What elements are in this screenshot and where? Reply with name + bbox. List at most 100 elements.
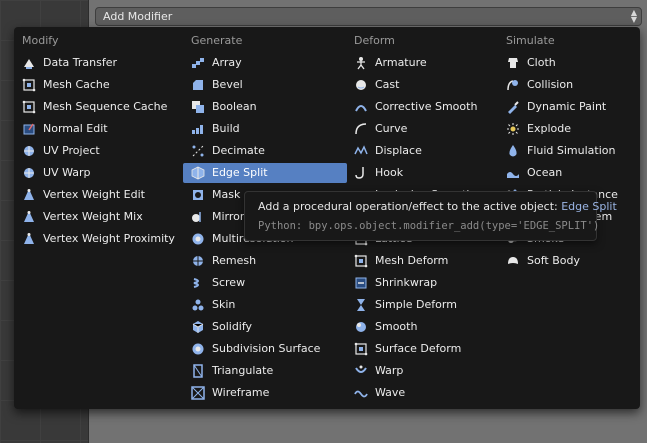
menu-item-label: Mesh Cache — [43, 78, 110, 91]
bevel-icon — [191, 78, 205, 92]
menu-item-hook[interactable]: Hook — [354, 163, 494, 183]
menu-item-label: Remesh — [212, 254, 257, 267]
menu-item-label: Subdivision Surface — [212, 342, 321, 355]
cast-icon — [354, 78, 368, 92]
menu-item-surface-deform[interactable]: Surface Deform — [354, 339, 494, 359]
menu-item-explode[interactable]: Explode — [506, 119, 624, 139]
corrective-smooth-icon — [354, 100, 368, 114]
edge-split-icon — [191, 166, 205, 180]
menu-item-label: Vertex Weight Edit — [43, 188, 145, 201]
ocean-icon — [506, 166, 520, 180]
menu-item-label: Cast — [375, 78, 400, 91]
menu-item-vertex-weight-proximity[interactable]: Vertex Weight Proximity — [22, 229, 175, 249]
menu-item-boolean[interactable]: Boolean — [191, 97, 339, 117]
menu-item-label: Mesh Deform — [375, 254, 449, 267]
triangulate-icon — [191, 364, 205, 378]
menu-item-solidify[interactable]: Solidify — [191, 317, 339, 337]
menu-item-label: Solidify — [212, 320, 253, 333]
tooltip-highlight: Edge Split — [561, 200, 617, 213]
simple-deform-icon — [354, 298, 368, 312]
menu-item-curve[interactable]: Curve — [354, 119, 494, 139]
menu-item-normal-edit[interactable]: Normal Edit — [22, 119, 172, 139]
curve-icon — [354, 122, 368, 136]
menu-item-warp[interactable]: Warp — [354, 361, 494, 381]
shrinkwrap-icon — [354, 276, 368, 290]
menu-item-label: Bevel — [212, 78, 243, 91]
menu-item-skin[interactable]: Skin — [191, 295, 339, 315]
menu-item-label: Collision — [527, 78, 574, 91]
collision-icon — [506, 78, 520, 92]
wireframe-icon — [191, 386, 205, 400]
menu-item-label: Array — [212, 56, 242, 69]
menu-item-label: Cloth — [527, 56, 556, 69]
menu-item-wireframe[interactable]: Wireframe — [191, 383, 339, 403]
dynamic-paint-icon — [506, 100, 520, 114]
menu-item-bevel[interactable]: Bevel — [191, 75, 339, 95]
menu-item-label: Explode — [527, 122, 571, 135]
array-icon — [191, 56, 205, 70]
menu-item-mesh-cache[interactable]: Mesh Cache — [22, 75, 172, 95]
menu-item-triangulate[interactable]: Triangulate — [191, 361, 339, 381]
menu-item-vertex-weight-edit[interactable]: Vertex Weight Edit — [22, 185, 172, 205]
uv-warp-icon — [22, 166, 36, 180]
menu-item-displace[interactable]: Displace — [354, 141, 494, 161]
menu-item-label: Smooth — [375, 320, 418, 333]
mesh-cache-icon — [22, 78, 36, 92]
menu-item-screw[interactable]: Screw — [191, 273, 339, 293]
menu-item-mesh-deform[interactable]: Mesh Deform — [354, 251, 494, 271]
menu-item-label: Vertex Weight Mix — [43, 210, 143, 223]
menu-item-uv-warp[interactable]: UV Warp — [22, 163, 172, 183]
menu-item-soft-body[interactable]: Soft Body — [506, 251, 624, 271]
menu-item-cloth[interactable]: Cloth — [506, 53, 624, 73]
decimate-icon — [191, 144, 205, 158]
menu-item-label: Shrinkwrap — [375, 276, 438, 289]
normal-edit-icon — [22, 122, 36, 136]
add-modifier-button[interactable]: Add Modifier ▲ ▼ — [95, 7, 642, 26]
menu-item-dynamic-paint[interactable]: Dynamic Paint — [506, 97, 624, 117]
menu-item-build[interactable]: Build — [191, 119, 339, 139]
add-modifier-label: Add Modifier — [103, 10, 173, 23]
menu-item-wave[interactable]: Wave — [354, 383, 494, 403]
screw-icon — [191, 276, 205, 290]
menu-item-label: UV Warp — [43, 166, 91, 179]
menu-item-label: Displace — [375, 144, 422, 157]
smooth-icon — [354, 320, 368, 334]
menu-item-mesh-sequence-cache[interactable]: Mesh Sequence Cache — [22, 97, 172, 117]
hook-icon — [354, 166, 368, 180]
multiresolution-icon — [191, 232, 205, 246]
surface-deform-icon — [354, 342, 368, 356]
menu-item-shrinkwrap[interactable]: Shrinkwrap — [354, 273, 494, 293]
mask-icon — [191, 188, 205, 202]
data-transfer-icon — [22, 56, 36, 70]
tooltip-python: Python: bpy.ops.object.modifier_add(type… — [258, 220, 600, 232]
menu-item-simple-deform[interactable]: Simple Deform — [354, 295, 494, 315]
menu-item-label: Ocean — [527, 166, 563, 179]
menu-item-remesh[interactable]: Remesh — [191, 251, 339, 271]
menu-item-label: Data Transfer — [43, 56, 117, 69]
menu-item-decimate[interactable]: Decimate — [191, 141, 339, 161]
menu-item-fluid-simulation[interactable]: Fluid Simulation — [506, 141, 624, 161]
menu-item-label: Wireframe — [212, 386, 270, 399]
column-heading-deform: Deform — [354, 34, 395, 47]
menu-item-label: Edge Split — [212, 166, 268, 179]
displace-icon — [354, 144, 368, 158]
menu-item-edge-split[interactable]: Edge Split — [183, 163, 347, 183]
menu-item-data-transfer[interactable]: Data Transfer — [22, 53, 172, 73]
boolean-icon — [191, 100, 205, 114]
menu-item-label: Soft Body — [527, 254, 580, 267]
menu-item-label: Simple Deform — [375, 298, 457, 311]
menu-item-cast[interactable]: Cast — [354, 75, 494, 95]
menu-item-uv-project[interactable]: UV Project — [22, 141, 172, 161]
menu-item-corrective-smooth[interactable]: Corrective Smooth — [354, 97, 494, 117]
menu-item-label: Mask — [212, 188, 241, 201]
menu-item-smooth[interactable]: Smooth — [354, 317, 494, 337]
menu-item-ocean[interactable]: Ocean — [506, 163, 624, 183]
vertex-weight-icon — [22, 188, 36, 202]
menu-item-subdivision-surface[interactable]: Subdivision Surface — [191, 339, 339, 359]
menu-item-vertex-weight-mix[interactable]: Vertex Weight Mix — [22, 207, 172, 227]
menu-item-array[interactable]: Array — [191, 53, 339, 73]
menu-item-collision[interactable]: Collision — [506, 75, 624, 95]
tooltip-description: Add a procedural operation/effect to the… — [258, 200, 617, 213]
armature-icon — [354, 56, 368, 70]
menu-item-armature[interactable]: Armature — [354, 53, 494, 73]
